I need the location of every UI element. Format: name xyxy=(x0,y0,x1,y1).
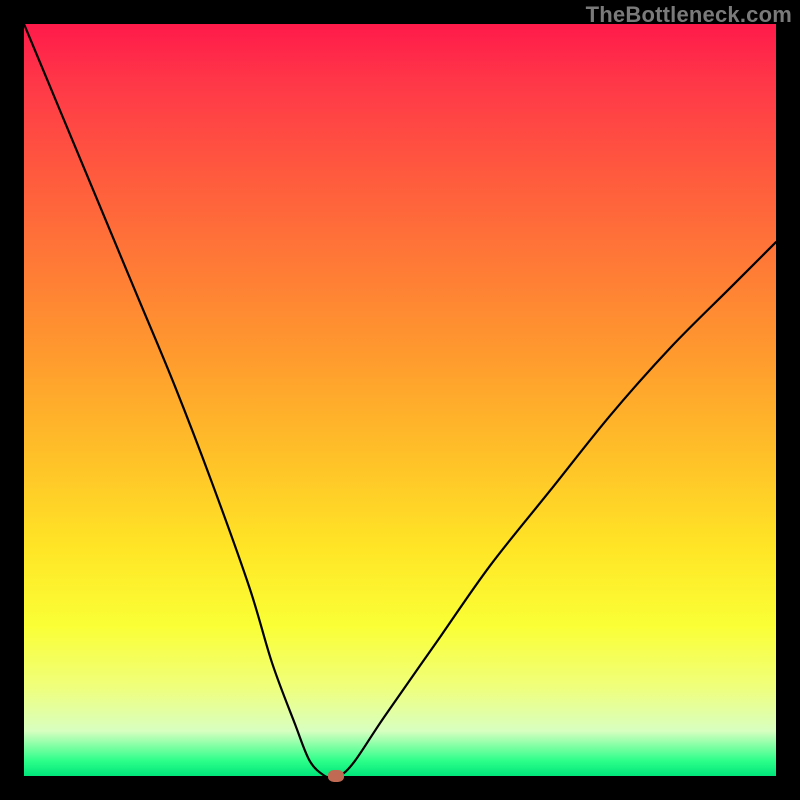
plot-area xyxy=(24,24,776,776)
minimum-marker xyxy=(328,770,344,782)
bottleneck-curve xyxy=(24,24,776,776)
chart-frame: TheBottleneck.com xyxy=(0,0,800,800)
curve-layer xyxy=(24,24,776,776)
